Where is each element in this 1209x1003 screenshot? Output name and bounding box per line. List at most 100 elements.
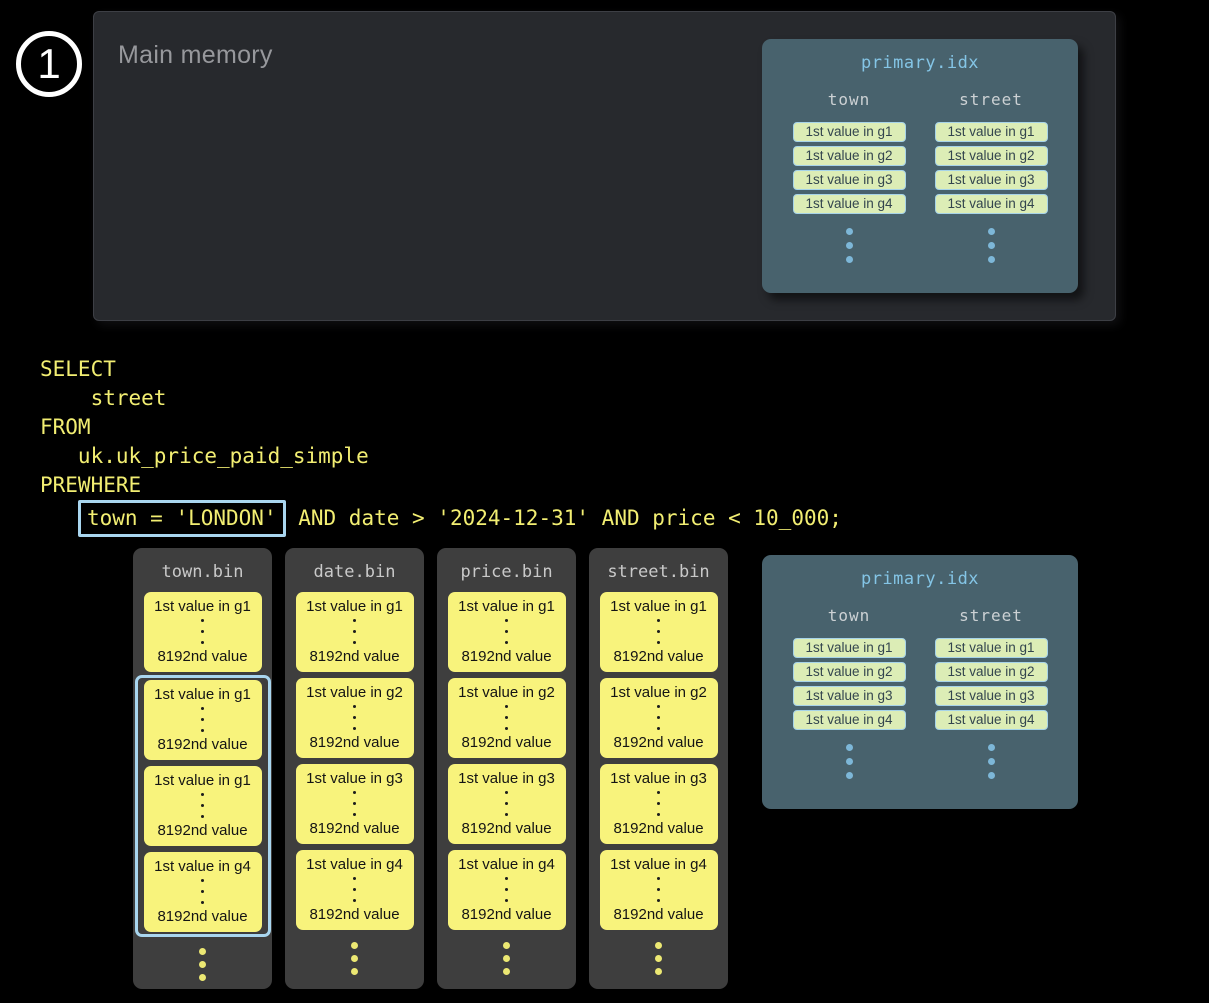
index-entry: 1st value in g3 bbox=[793, 686, 906, 706]
index-entry: 1st value in g4 bbox=[793, 710, 906, 730]
granule-last-value: 8192nd value bbox=[613, 906, 703, 923]
vertical-ellipsis-icon bbox=[657, 619, 660, 644]
granule-first-value: 1st value in g1 bbox=[306, 598, 403, 615]
index-entry: 1st value in g2 bbox=[935, 662, 1048, 682]
granule-box: 1st value in g1 8192nd value bbox=[296, 592, 414, 672]
granule-box: 1st value in g2 8192nd value bbox=[448, 678, 566, 758]
sql-line: FROM bbox=[40, 413, 842, 442]
granule-last-value: 8192nd value bbox=[309, 648, 399, 665]
index-column-street: street 1st value in g1 1st value in g2 1… bbox=[928, 606, 1054, 779]
vertical-ellipsis-icon bbox=[505, 619, 508, 644]
granule-first-value: 1st value in g4 bbox=[154, 858, 251, 875]
index-column-town: town 1st value in g1 1st value in g2 1st… bbox=[786, 606, 912, 779]
granule-box: 1st value in g3 8192nd value bbox=[600, 764, 718, 844]
index-entry: 1st value in g3 bbox=[935, 170, 1048, 190]
granule-first-value: 1st value in g1 bbox=[610, 598, 707, 615]
vertical-ellipsis-icon bbox=[201, 707, 204, 732]
sql-line: SELECT bbox=[40, 355, 842, 384]
granule-last-value: 8192nd value bbox=[461, 648, 551, 665]
vertical-ellipsis-icon bbox=[353, 877, 356, 902]
more-granules-ellipsis-icon bbox=[133, 948, 272, 981]
granule-first-value: 1st value in g3 bbox=[306, 770, 403, 787]
granule-box: 1st value in g2 8192nd value bbox=[600, 678, 718, 758]
index-column-header: town bbox=[828, 90, 871, 109]
diagram-canvas: 1 Main memory primary.idx town 1st value… bbox=[0, 0, 1209, 1003]
bin-file-name: price.bin bbox=[437, 548, 576, 592]
index-column-header: street bbox=[959, 606, 1023, 625]
sql-query: SELECT street FROM uk.uk_price_paid_simp… bbox=[40, 355, 842, 536]
granule-last-value: 8192nd value bbox=[309, 906, 399, 923]
vertical-ellipsis-icon bbox=[201, 619, 204, 644]
granule-first-value: 1st value in g3 bbox=[610, 770, 707, 787]
granule-last-value: 8192nd value bbox=[309, 820, 399, 837]
more-granules-ellipsis-icon bbox=[437, 942, 576, 975]
granule-box: 1st value in g1 8192nd value bbox=[600, 592, 718, 672]
sql-prewhere-line: town = 'LONDON' AND date > '2024-12-31' … bbox=[40, 501, 842, 536]
bin-file-street: street.bin 1st value in g1 8192nd value … bbox=[589, 548, 728, 989]
sql-line: PREWHERE bbox=[40, 471, 842, 500]
index-entry: 1st value in g1 bbox=[935, 638, 1048, 658]
bin-file-price: price.bin 1st value in g1 8192nd value 1… bbox=[437, 548, 576, 989]
more-granules-ellipsis-icon bbox=[285, 942, 424, 975]
granule-last-value: 8192nd value bbox=[613, 734, 703, 751]
vertical-ellipsis-icon bbox=[505, 705, 508, 730]
index-entry: 1st value in g1 bbox=[793, 122, 906, 142]
primary-idx-columns: town 1st value in g1 1st value in g2 1st… bbox=[762, 606, 1078, 779]
bin-file-date: date.bin 1st value in g1 8192nd value 1s… bbox=[285, 548, 424, 989]
primary-idx-panel-memory: primary.idx town 1st value in g1 1st val… bbox=[762, 39, 1078, 293]
index-entry: 1st value in g2 bbox=[935, 146, 1048, 166]
index-entry: 1st value in g1 bbox=[935, 122, 1048, 142]
bin-file-name: date.bin bbox=[285, 548, 424, 592]
granule-first-value: 1st value in g1 bbox=[154, 686, 251, 703]
granule-box: 1st value in g3 8192nd value bbox=[448, 764, 566, 844]
vertical-ellipsis-icon bbox=[201, 793, 204, 818]
primary-idx-columns: town 1st value in g1 1st value in g2 1st… bbox=[762, 90, 1078, 263]
bin-file-name: street.bin bbox=[589, 548, 728, 592]
granule-last-value: 8192nd value bbox=[613, 648, 703, 665]
more-entries-ellipsis-icon bbox=[988, 228, 995, 263]
granule-last-value: 8192nd value bbox=[309, 734, 399, 751]
index-entry: 1st value in g2 bbox=[793, 662, 906, 682]
vertical-ellipsis-icon bbox=[353, 619, 356, 644]
primary-idx-title: primary.idx bbox=[762, 39, 1078, 73]
index-column-street: street 1st value in g1 1st value in g2 1… bbox=[928, 90, 1054, 263]
granule-first-value: 1st value in g4 bbox=[458, 856, 555, 873]
index-entry: 1st value in g3 bbox=[793, 170, 906, 190]
granule-first-value: 1st value in g1 bbox=[154, 772, 251, 789]
index-column-town: town 1st value in g1 1st value in g2 1st… bbox=[786, 90, 912, 263]
selected-granules-highlight: 1st value in g1 8192nd value 1st value i… bbox=[135, 675, 271, 937]
more-granules-ellipsis-icon bbox=[589, 942, 728, 975]
granule-box: 1st value in g4 8192nd value bbox=[144, 852, 262, 932]
disk-bin-files-row: town.bin 1st value in g1 8192nd value 1s… bbox=[133, 548, 728, 989]
vertical-ellipsis-icon bbox=[201, 879, 204, 904]
granule-box: 1st value in g2 8192nd value bbox=[296, 678, 414, 758]
vertical-ellipsis-icon bbox=[353, 705, 356, 730]
granule-last-value: 8192nd value bbox=[157, 736, 247, 753]
granule-box: 1st value in g1 8192nd value bbox=[144, 766, 262, 846]
vertical-ellipsis-icon bbox=[657, 705, 660, 730]
index-entry: 1st value in g4 bbox=[793, 194, 906, 214]
granule-last-value: 8192nd value bbox=[461, 734, 551, 751]
index-column-header: street bbox=[959, 90, 1023, 109]
granule-first-value: 1st value in g2 bbox=[458, 684, 555, 701]
index-entry: 1st value in g4 bbox=[935, 710, 1048, 730]
granule-box: 1st value in g1 8192nd value bbox=[448, 592, 566, 672]
granule-box: 1st value in g1 8192nd value bbox=[144, 680, 262, 760]
index-entry: 1st value in g3 bbox=[935, 686, 1048, 706]
granule-last-value: 8192nd value bbox=[461, 820, 551, 837]
index-entry: 1st value in g4 bbox=[935, 194, 1048, 214]
granule-first-value: 1st value in g1 bbox=[154, 598, 251, 615]
granule-box: 1st value in g4 8192nd value bbox=[296, 850, 414, 930]
granule-first-value: 1st value in g1 bbox=[458, 598, 555, 615]
more-entries-ellipsis-icon bbox=[846, 744, 853, 779]
vertical-ellipsis-icon bbox=[505, 791, 508, 816]
vertical-ellipsis-icon bbox=[505, 877, 508, 902]
prewhere-town-predicate-highlight: town = 'LONDON' bbox=[78, 500, 286, 537]
step-number-badge: 1 bbox=[16, 31, 82, 97]
vertical-ellipsis-icon bbox=[657, 791, 660, 816]
main-memory-title: Main memory bbox=[118, 41, 273, 70]
granule-first-value: 1st value in g4 bbox=[306, 856, 403, 873]
granule-first-value: 1st value in g4 bbox=[610, 856, 707, 873]
granule-first-value: 1st value in g2 bbox=[610, 684, 707, 701]
more-entries-ellipsis-icon bbox=[846, 228, 853, 263]
